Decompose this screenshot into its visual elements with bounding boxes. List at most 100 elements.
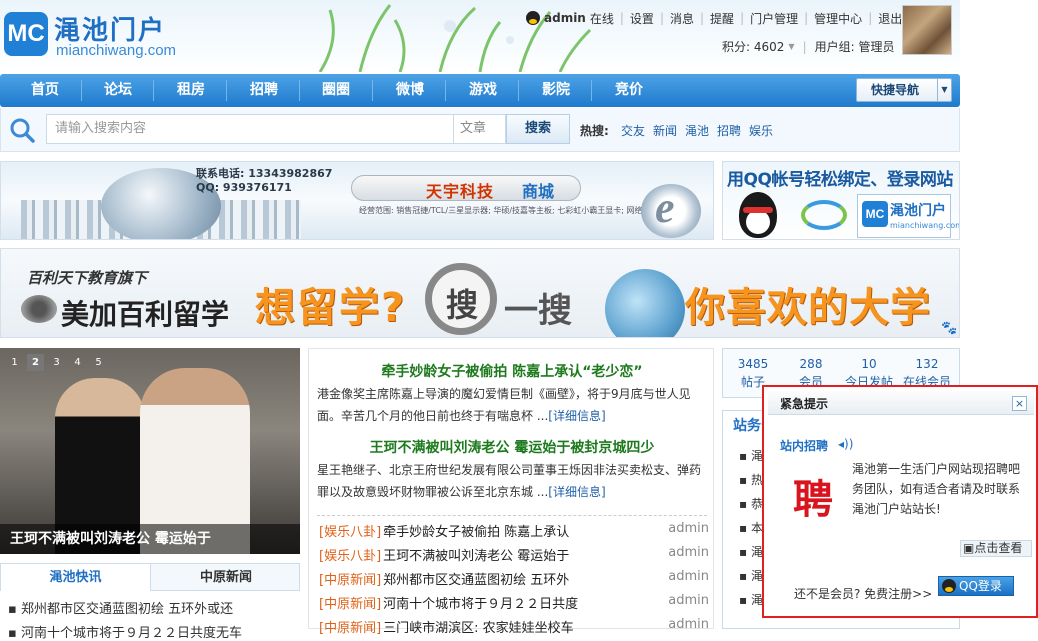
qq-bind-banner[interactable]: 用QQ帐号轻松绑定、登录网站 MC 渑池门户 mianchiwang.com — [722, 161, 960, 240]
close-icon[interactable]: × — [1012, 396, 1027, 411]
search-type-label: 文章 — [460, 121, 487, 136]
banner-slogan-a: 想留学? — [255, 285, 407, 331]
ie-logo-icon — [641, 182, 701, 238]
qq-icon — [526, 11, 540, 25]
logout-link[interactable]: 退出 — [878, 10, 902, 27]
separator — [445, 80, 446, 101]
view-icon: ▣ — [963, 541, 975, 555]
ad-banner-tianyu[interactable]: 联系电话: 13343982867 QQ: 939376171 天宇科技 商城 … — [0, 161, 714, 240]
nav-item-jobs[interactable]: 招聘 — [250, 74, 278, 107]
magnifier-text: 搜 — [446, 286, 479, 324]
view-label: 点击查看 — [974, 541, 1023, 555]
banner-slogan-c: 你喜欢的大学 — [685, 285, 931, 331]
messages-link[interactable]: 消息 — [670, 10, 694, 27]
separator: | — [659, 11, 664, 25]
nav-item-cinema[interactable]: 影院 — [542, 74, 570, 107]
user-links: admin 在线 | 设置 | 消息 | 提醒 | 门户管理 | 管理中心 | … — [526, 10, 902, 26]
popup-subtitle[interactable]: 站内招聘 — [780, 437, 828, 454]
nav-item-home[interactable]: 首页 — [31, 74, 59, 107]
news-title[interactable]: 王珂不满被叫刘涛老公 霉运始于 — [383, 549, 569, 564]
separator — [153, 80, 154, 101]
tab-central-news[interactable]: 中原新闻 — [151, 564, 301, 591]
username-link[interactable]: admin — [544, 11, 586, 25]
popup-body: 渑池第一生活门户网站现招聘吧务团队，如有适合者请及时联系渑池门户站站长! — [852, 462, 1021, 516]
nav-item-rent[interactable]: 租房 — [177, 74, 205, 107]
separator — [299, 80, 300, 101]
search-button[interactable]: 搜索 — [506, 114, 570, 144]
popup-header[interactable]: 紧急提示 — [768, 391, 1034, 415]
headline-desc: 星王艳继子、北京王府世纪发展有限公司董事王烁因非法买卖松支、弹药罪以及故意毁坏财… — [317, 463, 702, 499]
headline-title[interactable]: 王珂不满被叫刘涛老公 霉运始于被封京城四少 — [309, 437, 715, 457]
list-item[interactable]: ▪ 河南十个城市将于９月２２日共度无车 — [8, 622, 242, 641]
news-row[interactable]: [娱乐八卦] 牵手妙龄女子被偷拍 陈嘉上承认 admin — [319, 521, 709, 543]
search-icon — [10, 118, 35, 143]
nav-item-weibo[interactable]: 微博 — [396, 74, 424, 107]
detail-link[interactable]: [详细信息] — [548, 409, 605, 423]
news-category[interactable]: [中原新闻] — [319, 597, 381, 612]
banner-phone: 联系电话: 13343982867 — [196, 167, 333, 180]
admin-center-link[interactable]: 管理中心 — [814, 10, 862, 27]
view-button[interactable]: ▣点击查看 — [960, 540, 1032, 557]
slider-page-3[interactable]: 3 — [48, 354, 65, 371]
nav-item-circles[interactable]: 圈圈 — [322, 74, 350, 107]
news-row[interactable]: [中原新闻] 三门峡市湖滨区: 农家娃娃坐校车 admin — [319, 617, 709, 639]
portal-admin-link[interactable]: 门户管理 — [750, 10, 798, 27]
slider-caption[interactable]: 王珂不满被叫刘涛老公 霉运始于 — [0, 524, 300, 554]
nav-item-bidding[interactable]: 竞价 — [615, 74, 643, 107]
sync-arrows-icon — [801, 200, 847, 230]
ad-banner-study-abroad[interactable]: 百利天下教育旗下 美加百利留学 想留学? 搜 一搜 你喜欢的大学 🐾 — [0, 248, 960, 338]
quick-nav-button[interactable]: 快捷导航 ▼ — [856, 78, 952, 102]
points-dropdown[interactable]: 积分: 4602 — [722, 38, 784, 55]
search-input[interactable]: 请输入搜索内容 — [46, 114, 454, 144]
search-type-select[interactable]: 文章 — [454, 114, 506, 144]
qq-login-button[interactable]: QQ登录 — [938, 576, 1014, 596]
separator: | — [804, 11, 809, 25]
qq-login-label: QQ登录 — [959, 579, 1002, 593]
news-title[interactable]: 牵手妙龄女子被偷拍 陈嘉上承认 — [383, 525, 569, 540]
nav-item-games[interactable]: 游戏 — [469, 74, 497, 107]
news-category[interactable]: [娱乐八卦] — [319, 525, 381, 540]
news-row[interactable]: [娱乐八卦] 王珂不满被叫刘涛老公 霉运始于 admin — [319, 545, 709, 567]
news-title[interactable]: 郑州都市区交通蓝图初绘 五环外 — [383, 573, 569, 588]
news-title[interactable]: 河南十个城市将于９月２２日共度 — [383, 597, 578, 612]
hot-link[interactable]: 娱乐 — [749, 122, 773, 139]
news-category[interactable]: [娱乐八卦] — [319, 549, 381, 564]
separator: | — [700, 11, 705, 25]
site-logo[interactable]: MC 渑池门户 mianchiwang.com — [4, 10, 194, 59]
slider-page-4[interactable]: 4 — [69, 354, 86, 371]
logo-badge: MC — [862, 201, 888, 227]
detail-link[interactable]: [详细信息] — [548, 485, 605, 499]
paw-icon[interactable]: 🐾 — [941, 321, 957, 337]
list-item[interactable]: ▪ 郑州都市区交通蓝图初绘 五环外或还 — [8, 598, 233, 617]
headline-title[interactable]: 牵手妙龄女子被偷拍 陈嘉上承认“老少恋” — [309, 361, 715, 381]
nav-item-forum[interactable]: 论坛 — [104, 74, 132, 107]
globe-graphic — [605, 269, 685, 337]
settings-link[interactable]: 设置 — [630, 10, 654, 27]
banner-qq: QQ: 939376171 — [196, 181, 292, 194]
speaker-icon: ◂)) — [838, 437, 854, 451]
news-row[interactable]: [中原新闻] 郑州都市区交通蓝图初绘 五环外 admin — [319, 569, 709, 591]
avatar[interactable] — [902, 5, 952, 55]
banner-contact: 联系电话: 13343982867 QQ: 939376171 — [196, 167, 332, 195]
slider-page-5[interactable]: 5 — [90, 354, 107, 371]
hot-link[interactable]: 招聘 — [717, 122, 741, 139]
hot-link[interactable]: 交友 — [621, 122, 645, 139]
tab-local-news[interactable]: 渑池快讯 — [1, 564, 151, 591]
news-category[interactable]: [中原新闻] — [319, 573, 381, 588]
hot-link[interactable]: 渑池 — [685, 122, 709, 139]
site-logo-small: MC 渑池门户 mianchiwang.com — [857, 194, 959, 238]
slider-page-1[interactable]: 1 — [6, 354, 23, 371]
separator — [226, 80, 227, 101]
hire-seal-icon: 聘 — [793, 476, 833, 523]
hot-link[interactable]: 新闻 — [653, 122, 677, 139]
notifications-link[interactable]: 提醒 — [710, 10, 734, 27]
search-bar: 请输入搜索内容 文章 搜索 热搜: 交友 新闻 渑池 招聘 娱乐 — [0, 108, 960, 152]
register-link[interactable]: 还不是会员? 免费注册>> — [794, 585, 932, 602]
news-author: admin — [668, 593, 709, 608]
chevron-down-icon[interactable]: ▼ — [937, 79, 951, 101]
banner-title-b: 商城 — [522, 182, 555, 201]
chevron-down-icon[interactable]: ▼ — [788, 42, 794, 51]
slider-page-2[interactable]: 2 — [27, 354, 44, 371]
slider-pager: 1 2 3 4 5 — [6, 354, 107, 371]
news-row[interactable]: [中原新闻] 河南十个城市将于９月２２日共度 admin — [319, 593, 709, 615]
